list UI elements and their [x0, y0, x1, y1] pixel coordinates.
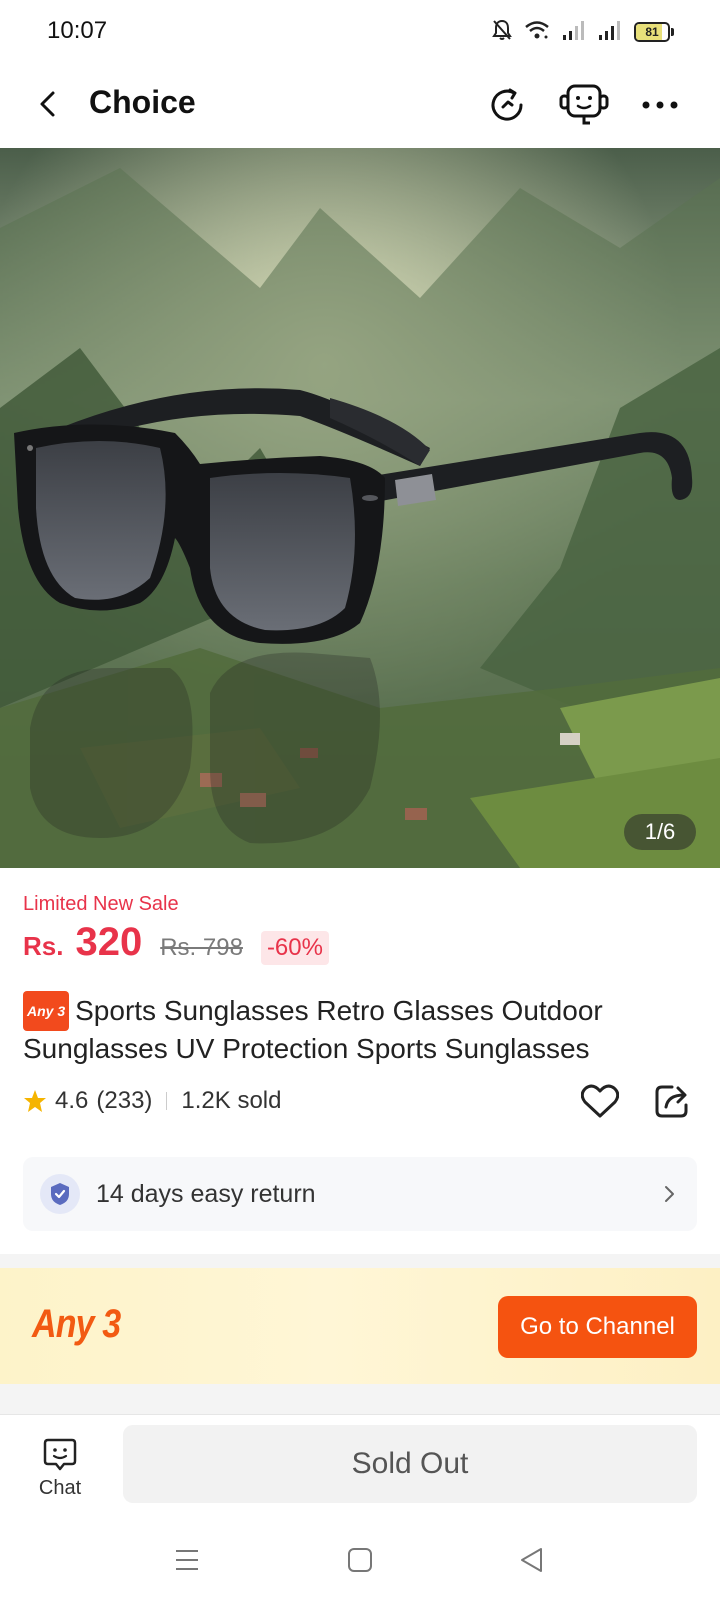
star-icon [24, 1090, 46, 1112]
chat-button[interactable]: Chat [22, 1437, 98, 1511]
back-arrow-icon [40, 91, 55, 117]
more-icon [642, 101, 678, 109]
rating-divider [166, 1092, 168, 1110]
rating-score: 4.6 [55, 1087, 89, 1114]
product-title: Any 3 Sports Sunglasses Retro Glasses Out… [23, 991, 703, 1067]
page-title: Choice [89, 84, 196, 120]
share-icon [655, 1085, 688, 1118]
any3-tag: Any 3 [23, 991, 70, 1031]
section-divider [0, 1384, 720, 1414]
back-button[interactable] [28, 82, 68, 126]
product-title-text: Sports Sunglasses Retro Glasses Outdoor … [23, 995, 603, 1064]
status-time: 10:07 [47, 17, 108, 44]
any3-logo: Any 3 [32, 1302, 121, 1346]
more-button[interactable] [634, 80, 686, 130]
wishlist-button[interactable] [578, 1079, 622, 1123]
sold-out-button[interactable]: Sold Out [123, 1425, 697, 1503]
system-nav-bar [0, 1520, 720, 1600]
heart-icon [581, 1084, 619, 1118]
discount-badge: -60% [260, 931, 329, 965]
chevron-right-icon [665, 1186, 674, 1202]
customer-service-icon [559, 84, 609, 125]
recents-button[interactable] [165, 1538, 209, 1582]
signal-icon [598, 20, 622, 45]
return-policy-text: 14 days easy return [96, 1179, 316, 1208]
menu-lines-icon [176, 1550, 198, 1570]
signal-icon [562, 20, 586, 45]
original-price: Rs. 798 [160, 934, 243, 961]
sale-label: Limited New Sale [23, 893, 179, 915]
return-policy-card[interactable]: 14 days easy return [23, 1157, 697, 1231]
chat-icon [43, 1438, 77, 1471]
price-row: Rs. 320 Rs. 798 -60% [23, 920, 329, 970]
rating-count: (233) [96, 1087, 153, 1114]
battery-icon: 81 [634, 22, 674, 42]
chat-label: Chat [38, 1477, 82, 1499]
section-divider [0, 1254, 720, 1268]
history-button[interactable] [482, 80, 534, 130]
home-button[interactable] [338, 1538, 382, 1582]
shield-badge [40, 1174, 80, 1214]
top-nav: Choice [0, 62, 720, 148]
product-image[interactable] [0, 148, 720, 868]
rating-row: 4.6 (233) 1.2K sold [23, 1086, 281, 1116]
status-bar: 10:07 81 [0, 0, 720, 62]
sold-count: 1.2K sold [181, 1087, 282, 1114]
square-icon [348, 1548, 372, 1572]
bell-off-icon [492, 19, 512, 46]
go-to-channel-button[interactable]: Go to Channel [498, 1296, 697, 1358]
image-page-counter: 1/6 [624, 814, 696, 850]
history-icon [491, 88, 523, 121]
any3-banner[interactable]: Any 3 Go to Channel [0, 1268, 720, 1384]
back-nav-button[interactable] [510, 1538, 554, 1582]
share-button[interactable] [650, 1079, 694, 1123]
battery-level: 81 [645, 25, 659, 39]
shield-check-icon [51, 1183, 69, 1205]
price-currency: Rs. [23, 931, 64, 961]
status-icons: 81 [492, 19, 674, 46]
triangle-back-icon [521, 1548, 542, 1572]
price-amount: 320 [75, 920, 143, 964]
bottom-action-bar: Chat Sold Out [0, 1414, 720, 1520]
customer-service-button[interactable] [558, 80, 610, 130]
wifi-icon [524, 20, 550, 45]
